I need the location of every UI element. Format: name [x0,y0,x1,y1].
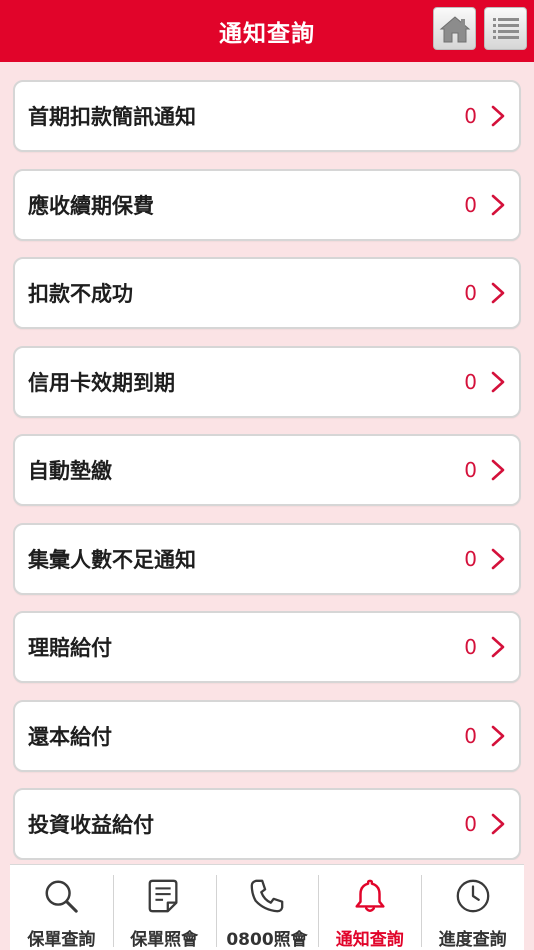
tab-label: 通知查詢 [335,930,404,950]
list-item-investment-payout[interactable]: 投資收益給付 0 [13,788,521,860]
document-icon [148,879,178,913]
list-item-survival-payment[interactable]: 還本給付 0 [13,699,521,772]
chevron-right-icon [491,725,505,746]
home-icon [439,15,470,42]
item-label: 還本給付 [28,724,112,749]
chevron-right-icon [491,813,505,835]
item-label: 應收續期保費 [28,193,154,218]
menu-button[interactable] [484,7,527,50]
bottom-tab-bar: 保單查詢 保單照會 0800照會 通知查詢 進度查詢 [0,860,534,950]
item-label: 理賠給付 [28,636,112,660]
item-label: 首期扣款簡訊通知 [28,105,196,129]
tab-label: 進度查詢 [438,930,507,950]
page-title: 通知查詢 [219,21,315,47]
chevron-right-icon [491,194,505,215]
item-label: 集彙人數不足通知 [28,547,196,572]
tab-label: 保單照會 [130,930,199,950]
list-item-card-expiry[interactable]: 信用卡效期到期 0 [13,345,521,418]
list-item-group-insufficient[interactable]: 集彙人數不足通知 0 [13,522,521,595]
item-label: 信用卡效期到期 [28,370,175,395]
item-count: 0 [464,369,477,394]
phone-icon [250,879,284,913]
tab-progress-query[interactable]: 進度查詢 [421,865,524,950]
chevron-right-icon [491,282,505,304]
tab-notification-query[interactable]: 通知查詢 [318,865,421,950]
list-item-claim-payment[interactable]: 理賠給付 0 [13,611,521,683]
item-label: 扣款不成功 [28,282,133,306]
tab-policy-inquiry[interactable]: 保單照會 [112,865,216,950]
bell-icon [355,879,385,912]
home-button[interactable] [433,7,476,50]
item-count: 0 [464,812,477,836]
chevron-right-icon [491,548,505,569]
list-item-first-deduction-sms[interactable]: 首期扣款簡訊通知 0 [13,80,521,152]
item-count: 0 [464,635,477,659]
item-count: 0 [464,723,477,748]
list-item-auto-premium-loan[interactable]: 自動墊繳 0 [13,434,521,506]
list-item-deduction-failed[interactable]: 扣款不成功 0 [13,257,521,329]
chevron-right-icon [491,636,505,658]
item-count: 0 [464,104,477,128]
search-icon [45,880,79,913]
notification-list: 首期扣款簡訊通知 0 應收續期保費 0 扣款不成功 0 信用卡效期到期 0 自動… [13,80,521,877]
item-label: 投資收益給付 [28,813,154,837]
menu-icon [492,17,519,39]
tab-policy-search[interactable]: 保單查詢 [10,865,113,950]
app-header: 通知查詢 [0,0,534,62]
item-count: 0 [464,546,477,571]
tab-label: 0800照會 [226,930,308,950]
chevron-right-icon [491,459,505,481]
item-label: 自動墊繳 [28,459,112,483]
clock-icon [456,879,489,913]
item-count: 0 [464,192,477,217]
tab-0800-inquiry[interactable]: 0800照會 [215,865,319,950]
item-count: 0 [464,281,477,305]
list-item-renewal-premium[interactable]: 應收續期保費 0 [13,168,521,241]
tab-label: 保單查詢 [27,930,96,950]
chevron-right-icon [491,105,505,127]
chevron-right-icon [491,371,505,392]
item-count: 0 [464,458,477,482]
